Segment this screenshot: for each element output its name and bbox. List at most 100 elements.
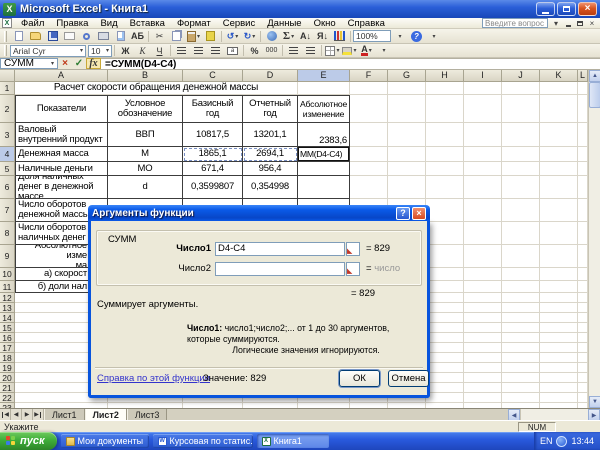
close-button[interactable]: × [578, 2, 597, 16]
cell-I19[interactable] [464, 363, 502, 373]
decrease-indent-button[interactable] [286, 44, 301, 57]
cell-H15[interactable] [426, 323, 464, 333]
cell-L21[interactable] [578, 383, 588, 393]
cell-C3[interactable]: 10817,5 [183, 123, 243, 147]
toolbar-grip[interactable] [4, 31, 7, 42]
underline-button[interactable]: Ч [152, 44, 167, 57]
row-header-12[interactable]: 12 [0, 293, 15, 303]
cell-I16[interactable] [464, 333, 502, 343]
arg1-range-select-button[interactable]: ◣ [346, 242, 360, 256]
menu-view[interactable]: Вид [94, 18, 123, 29]
cell-L14[interactable] [578, 313, 588, 323]
menu-data[interactable]: Данные [261, 18, 307, 29]
column-header-I[interactable]: I [464, 70, 502, 82]
select-all-corner[interactable] [0, 70, 15, 82]
cell-I9[interactable] [464, 245, 502, 268]
cell-A5[interactable]: Наличные деньги [15, 162, 108, 176]
cell-C4[interactable]: 1865,1 [183, 147, 243, 162]
cell-H13[interactable] [426, 303, 464, 313]
cell-K13[interactable] [540, 303, 578, 313]
cell-J20[interactable] [502, 373, 540, 383]
increase-indent-button[interactable] [303, 44, 318, 57]
start-button[interactable]: пуск [0, 432, 57, 450]
cell-J14[interactable] [502, 313, 540, 323]
cell-I5[interactable] [464, 162, 502, 176]
zoom-select[interactable]: 100% [353, 30, 391, 42]
enter-entry-button[interactable]: ✓ [72, 58, 86, 69]
menu-edit[interactable]: Правка [50, 18, 94, 29]
cell-G6[interactable] [388, 176, 426, 199]
sort-ascending-button[interactable]: А↓ [298, 30, 313, 43]
cell-C6[interactable]: 0,3599807 [183, 176, 243, 199]
cell-J4[interactable] [502, 147, 540, 162]
cell-A2[interactable]: Показатели [15, 95, 108, 123]
column-header-K[interactable]: K [540, 70, 578, 82]
cell-L22[interactable] [578, 393, 588, 403]
row-header-19[interactable]: 19 [0, 363, 15, 373]
cell-K17[interactable] [540, 343, 578, 353]
cell-J17[interactable] [502, 343, 540, 353]
row-header-7[interactable]: 7 [0, 199, 15, 222]
tab-sheet1[interactable]: Лист1 [44, 409, 85, 420]
cell-K8[interactable] [540, 222, 578, 245]
row-header-10[interactable]: 10 [0, 268, 15, 281]
minimize-button[interactable] [536, 2, 555, 16]
row-header-20[interactable]: 20 [0, 373, 15, 383]
cell-F1[interactable] [350, 82, 388, 95]
cell-E2[interactable]: Абсолютное изменение [298, 95, 350, 123]
cell-F6[interactable] [350, 176, 388, 199]
menu-format[interactable]: Формат [171, 18, 217, 29]
cell-I4[interactable] [464, 147, 502, 162]
cell-D4[interactable]: 2694,1 [243, 147, 298, 162]
cell-J2[interactable] [502, 95, 540, 123]
cell-I2[interactable] [464, 95, 502, 123]
tab-sheet3[interactable]: Лист3 [127, 409, 168, 420]
cell-B3[interactable]: ВВП [108, 123, 183, 147]
cell-E3[interactable]: 2383,6 [298, 123, 350, 147]
cell-H14[interactable] [426, 313, 464, 323]
sheet-close-button[interactable]: × [586, 18, 598, 28]
font-size-select[interactable]: 10▾ [88, 45, 112, 57]
menu-tools[interactable]: Сервис [217, 18, 262, 29]
cell-I8[interactable] [464, 222, 502, 245]
cell-J9[interactable] [502, 245, 540, 268]
cell-G1[interactable] [388, 82, 426, 95]
cell-J1[interactable] [502, 82, 540, 95]
dialog-help-button[interactable]: ? [396, 207, 410, 220]
paste-button[interactable]: ▾ [186, 30, 201, 43]
cell-K22[interactable] [540, 393, 578, 403]
cell-L11[interactable] [578, 281, 588, 293]
sheet-restore-button[interactable] [574, 18, 586, 28]
cell-L10[interactable] [578, 268, 588, 281]
sort-descending-button[interactable]: Я↓ [315, 30, 330, 43]
cell-E5[interactable] [298, 162, 350, 176]
cell-L19[interactable] [578, 363, 588, 373]
horizontal-scroll-track[interactable] [520, 409, 588, 420]
cell-C2[interactable]: Базисный год [183, 95, 243, 123]
cell-L3[interactable] [578, 123, 588, 147]
column-header-L[interactable]: L [578, 70, 588, 82]
cell-L17[interactable] [578, 343, 588, 353]
cell-I14[interactable] [464, 313, 502, 323]
zoom-dropdown[interactable]: ▾ [392, 30, 407, 43]
cell-K2[interactable] [540, 95, 578, 123]
row-header-1[interactable]: 1 [0, 82, 15, 95]
fill-color-button[interactable]: ▾ [342, 44, 357, 57]
row-header-2[interactable]: 2 [0, 95, 15, 123]
column-header-H[interactable]: H [426, 70, 464, 82]
chart-wizard-button[interactable] [332, 30, 347, 43]
new-document-button[interactable] [11, 30, 26, 43]
cell-I13[interactable] [464, 303, 502, 313]
language-indicator[interactable]: EN [540, 436, 553, 446]
cell-F5[interactable] [350, 162, 388, 176]
cell-D3[interactable]: 13201,1 [243, 123, 298, 147]
cell-H2[interactable] [426, 95, 464, 123]
cell-G2[interactable] [388, 95, 426, 123]
cell-G5[interactable] [388, 162, 426, 176]
cell-K21[interactable] [540, 383, 578, 393]
vertical-scrollbar[interactable]: ▲ ▼ [588, 70, 600, 408]
cell-L2[interactable] [578, 95, 588, 123]
cell-A6[interactable]: Доля наличных денег в денежной массе [15, 176, 108, 199]
cell-H7[interactable] [426, 199, 464, 222]
restore-button[interactable] [557, 2, 576, 16]
